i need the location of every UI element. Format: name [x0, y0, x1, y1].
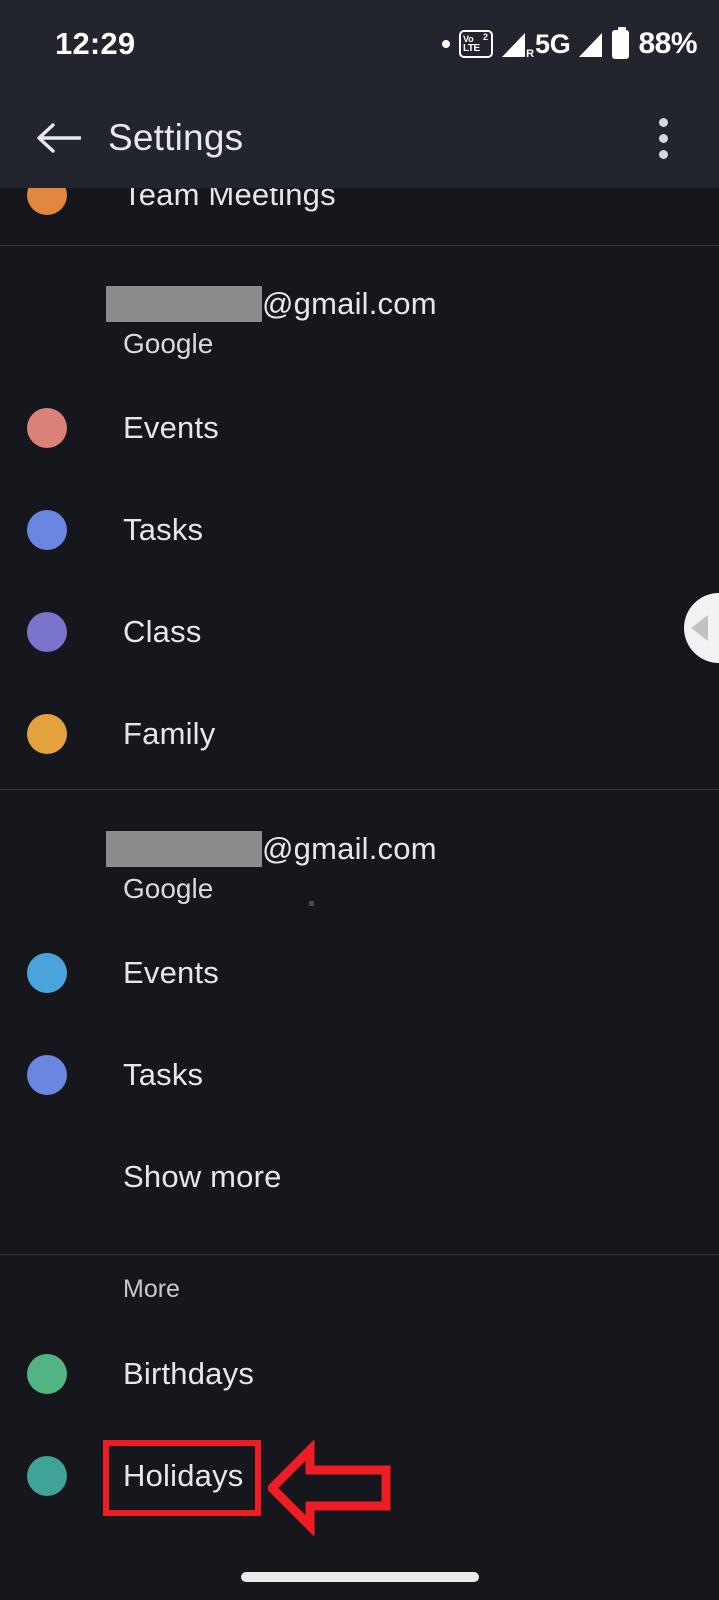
list-item-tasks-2[interactable]: Tasks	[0, 1055, 719, 1095]
settings-list: Team Meetings @gmail.com Google Events T…	[0, 0, 719, 1600]
list-item-label: Holidays	[123, 1458, 244, 1493]
calendar-color-dot	[27, 1055, 67, 1095]
list-item-events-2[interactable]: Events	[0, 953, 719, 993]
back-arrow-icon	[37, 123, 81, 153]
list-item-family-1[interactable]: Family	[0, 714, 719, 754]
section-divider	[0, 245, 719, 246]
email-domain: @gmail.com	[262, 286, 437, 321]
page-title: Settings	[108, 117, 244, 158]
email-domain: @gmail.com	[262, 831, 437, 866]
volte-sim2-icon: 2 Vo LTE	[459, 30, 494, 58]
calendar-color-dot	[27, 612, 67, 652]
network-type-label: 5G	[535, 28, 571, 59]
render-speck	[309, 901, 314, 906]
list-item-class-1[interactable]: Class	[0, 612, 719, 652]
list-item-birthdays[interactable]: Birthdays	[0, 1354, 719, 1394]
calendar-color-dot	[27, 714, 67, 754]
status-clock: 12:29	[55, 26, 136, 61]
list-item-label: Class	[123, 614, 202, 649]
account-provider-1: Google	[123, 328, 214, 359]
list-item-label: Birthdays	[123, 1356, 255, 1391]
list-item-label: Events	[123, 955, 219, 990]
redacted-email-block	[106, 286, 262, 322]
list-item-holidays[interactable]: Holidays	[0, 1456, 719, 1496]
section-header-more: More	[123, 1275, 180, 1303]
status-bar: 12:29 2 Vo LTE R 5G 88%	[0, 0, 719, 88]
calendar-color-dot	[27, 953, 67, 993]
section-divider	[0, 1254, 719, 1255]
volte-bottom-label: LTE	[463, 42, 480, 54]
show-more-label: Show more	[123, 1159, 282, 1194]
list-item-tasks-1[interactable]: Tasks	[0, 510, 719, 550]
home-gesture-pill[interactable]	[240, 1572, 479, 1582]
notification-dot-icon	[442, 40, 451, 48]
list-item-label: Events	[123, 410, 219, 445]
account-email-1: @gmail.com	[106, 286, 437, 322]
battery-icon	[612, 26, 630, 59]
sim-index-label: 2	[483, 32, 489, 42]
signal-roaming-icon: R	[502, 32, 534, 60]
signal-bars-shape	[502, 32, 526, 57]
list-item-events-1[interactable]: Events	[0, 408, 719, 448]
account-provider-2: Google	[123, 873, 214, 904]
signal-icon	[579, 32, 603, 57]
account-email-2: @gmail.com	[106, 831, 437, 867]
more-vert-icon-dot	[658, 117, 668, 127]
more-vert-icon-dot	[658, 149, 668, 159]
calendar-color-dot	[27, 1456, 67, 1496]
calendar-color-dot	[27, 1354, 67, 1394]
calendar-color-dot	[27, 408, 67, 448]
redacted-email-block	[106, 831, 262, 867]
phone-screen: Team Meetings @gmail.com Google Events T…	[0, 0, 719, 1600]
section-divider	[0, 789, 719, 790]
calendar-color-dot	[27, 510, 67, 550]
more-vert-icon-dot	[658, 133, 668, 143]
overflow-menu-button[interactable]	[641, 103, 685, 173]
show-more-button[interactable]: Show more	[0, 1157, 719, 1197]
battery-percent-label: 88%	[638, 27, 697, 60]
signal-bars-shape	[579, 32, 603, 57]
app-toolbar: Settings	[0, 88, 719, 188]
list-item-label: Tasks	[123, 1057, 204, 1092]
back-button[interactable]	[18, 98, 98, 178]
roaming-label: R	[526, 47, 535, 60]
list-item-label: Tasks	[123, 512, 204, 547]
chevron-left-icon	[691, 615, 708, 641]
status-icons: 2 Vo LTE R 5G 88%	[442, 26, 697, 61]
list-item-label: Family	[123, 716, 216, 751]
